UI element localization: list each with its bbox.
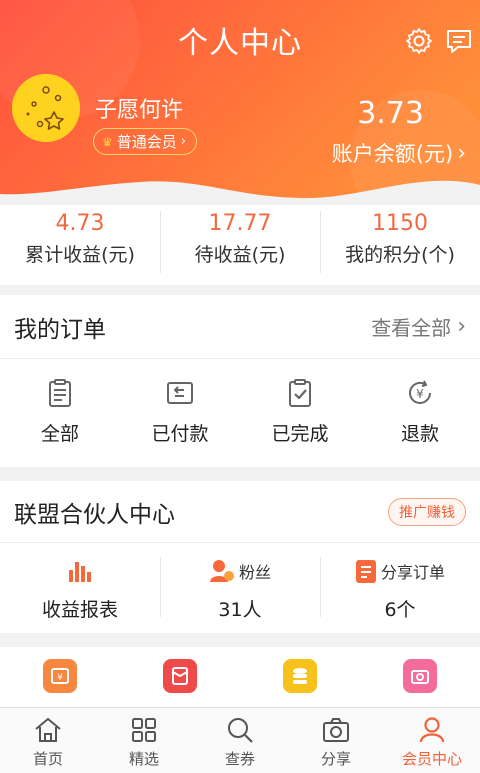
stat-value: 1150 [372, 211, 428, 236]
order-status-row: 全部 已付款 已完成 ¥ 退款 [0, 359, 480, 467]
view-all-orders-link[interactable]: 查看全部 › [371, 312, 466, 341]
order-paid-button[interactable]: 已付款 [120, 359, 240, 467]
paid-icon [167, 382, 193, 404]
coins-icon [283, 659, 317, 693]
fans-icon [209, 560, 234, 582]
partner-title: 联盟合伙人中心 [14, 501, 175, 528]
crown-icon: ♛ [102, 134, 113, 149]
camera-icon [403, 659, 437, 693]
tab-featured[interactable]: 精选 [96, 708, 192, 773]
user-icon [419, 717, 445, 743]
wallet-icon: ¥ [43, 659, 77, 693]
order-all-button[interactable]: 全部 [0, 359, 120, 467]
stat-pending-earnings[interactable]: 17.77 待收益(元) [160, 205, 320, 285]
share-orders-count: 6个 [384, 599, 416, 621]
fans-button[interactable]: 粉丝 31人 [160, 543, 320, 631]
earnings-stats: 4.73 累计收益(元) 17.77 待收益(元) 1150 我的积分(个) [0, 205, 480, 285]
earnings-report-button[interactable]: 收益报表 [0, 543, 160, 631]
tab-label: 精选 [128, 750, 159, 768]
order-refund-button[interactable]: ¥ 退款 [360, 359, 480, 467]
stat-label: 待收益(元) [194, 244, 286, 266]
earnings-report-icon-row [66, 557, 94, 585]
share-orders-button[interactable]: 分享订单 6个 [320, 543, 480, 631]
avatar[interactable] [12, 74, 80, 142]
partner-center-card: 联盟合伙人中心 推广赚钱 收益报表 粉丝 31人 分享订单 6个 [0, 481, 480, 633]
search-icon [228, 718, 253, 743]
view-all-label: 查看全部 [371, 316, 452, 340]
stat-total-earnings[interactable]: 4.73 累计收益(元) [0, 205, 160, 285]
balance-link[interactable]: 账户余额(元) › [332, 138, 466, 168]
promote-earn-button[interactable]: 推广赚钱 [388, 497, 466, 526]
balance-value[interactable]: 3.73 [357, 96, 424, 131]
coins-tool-button[interactable] [240, 647, 360, 707]
order-paid-label: 已付款 [151, 423, 209, 445]
home-icon [35, 718, 61, 742]
settings-gear-icon[interactable] [404, 26, 434, 56]
earnings-report-label: 收益报表 [41, 599, 118, 621]
chevron-right-icon: › [457, 140, 466, 166]
stat-label: 我的积分(个) [345, 244, 455, 266]
moon-stars-avatar-icon [12, 74, 80, 142]
balance-label: 账户余额(元) [331, 142, 454, 166]
tools-row: ¥ [0, 647, 480, 707]
tab-label: 首页 [32, 750, 63, 768]
member-level-badge[interactable]: ♛ 普通会员 › [93, 128, 197, 155]
tab-label: 分享 [320, 750, 351, 768]
partner-header: 联盟合伙人中心 推广赚钱 [0, 481, 480, 543]
stat-label: 累计收益(元) [25, 244, 135, 266]
username: 子愿何许 [95, 98, 184, 123]
completed-check-icon [289, 379, 311, 407]
chevron-right-icon: › [180, 133, 186, 149]
share-order-icon [355, 560, 376, 583]
tab-home[interactable]: 首页 [0, 708, 96, 773]
stat-value: 17.77 [208, 211, 272, 236]
tab-label: 会员中心 [401, 750, 462, 768]
fans-count: 31人 [218, 599, 262, 621]
share-orders-label: 分享订单 [380, 563, 445, 582]
clipboard-list-icon [49, 379, 71, 407]
tab-coupon-search[interactable]: 查券 [192, 708, 288, 773]
my-orders-card: 我的订单 查看全部 › 全部 已付款 已完成 ¥ 退款 [0, 295, 480, 467]
red-envelope-icon [163, 659, 197, 693]
order-refund-label: 退款 [400, 423, 439, 445]
orders-title: 我的订单 [14, 316, 106, 343]
camera-icon [323, 718, 349, 742]
message-icon[interactable] [444, 26, 474, 56]
fans-label: 粉丝 [238, 563, 271, 582]
stat-value: 4.73 [55, 211, 105, 236]
orders-header: 我的订单 查看全部 › [0, 295, 480, 359]
tab-share[interactable]: 分享 [288, 708, 384, 773]
member-level-label: 普通会员 [116, 132, 177, 151]
wallet-tool-button[interactable]: ¥ [0, 647, 120, 707]
svg-text:¥: ¥ [416, 387, 424, 401]
chevron-right-icon: › [457, 314, 466, 339]
order-all-label: 全部 [40, 423, 79, 445]
order-completed-button[interactable]: 已完成 [240, 359, 360, 467]
share-orders-icon-row: 分享订单 [355, 557, 445, 585]
svg-text:¥: ¥ [57, 673, 63, 683]
red-envelope-tool-button[interactable] [120, 647, 240, 707]
stat-points[interactable]: 1150 我的积分(个) [320, 205, 480, 285]
order-completed-label: 已完成 [271, 423, 329, 445]
tab-label: 查券 [224, 750, 255, 768]
partner-stats-row: 收益报表 粉丝 31人 分享订单 6个 [0, 543, 480, 631]
refund-yen-icon: ¥ [409, 380, 431, 404]
grid-icon [132, 718, 156, 742]
bottom-tab-bar: 首页 精选 查券 分享 会员中心 [0, 707, 480, 773]
fans-icon-row: 粉丝 [209, 557, 271, 585]
profile-header: 个人中心 子愿何许 ♛ 普通会员 › 3.73 账户余额(元) › [0, 0, 480, 205]
tab-member-center[interactable]: 会员中心 [384, 708, 480, 773]
bar-chart-icon [69, 562, 91, 582]
camera-tool-button[interactable] [360, 647, 480, 707]
